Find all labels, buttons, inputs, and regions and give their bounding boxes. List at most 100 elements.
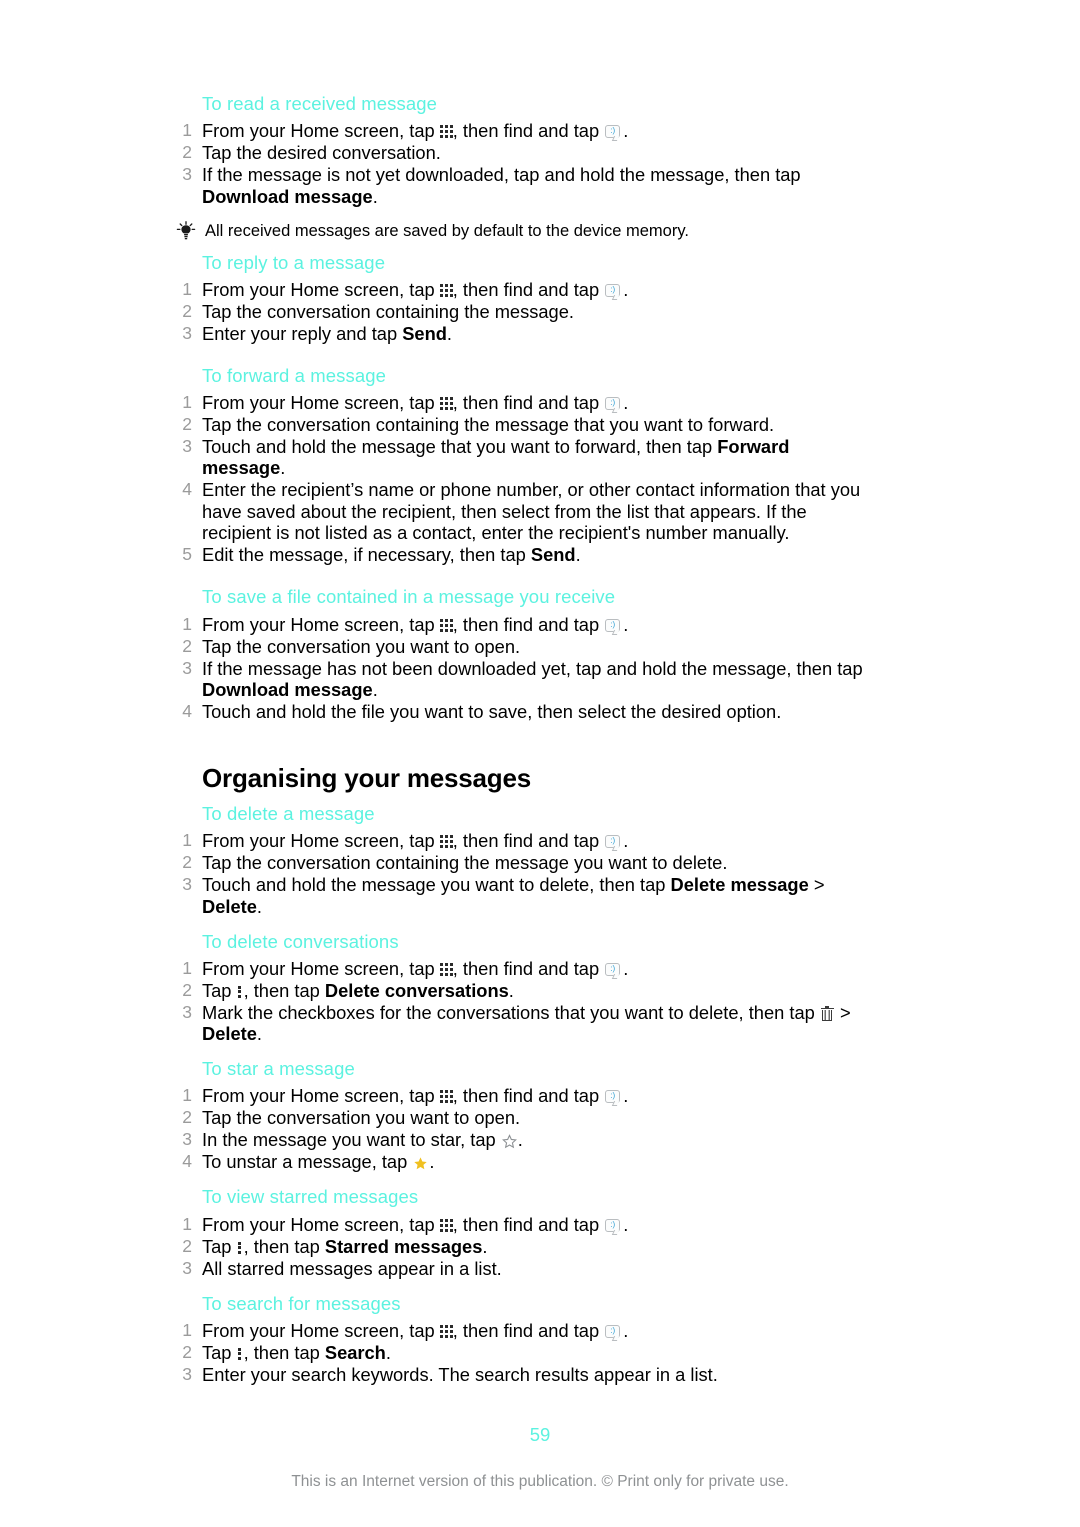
step-text: . [623, 391, 629, 413]
list-item: Tap , then tap Search. [176, 1342, 876, 1364]
step-text: , then find and tap [452, 278, 605, 300]
list-item: Enter your reply and tap Send. [176, 323, 876, 345]
step-text: Tap [202, 979, 237, 1001]
star-filled-icon [413, 1156, 428, 1171]
app-grid-icon [439, 283, 453, 297]
messaging-app-icon: :) [605, 1324, 622, 1341]
ui-label-bold: Send [530, 544, 576, 566]
section-heading: To delete a message [202, 803, 375, 824]
messaging-app-icon: :) [605, 396, 622, 413]
ui-label-bold: Delete conversations [324, 979, 509, 1001]
step-text: . [385, 1341, 391, 1363]
step-text: Touch and hold the file you want to save… [202, 701, 782, 722]
section-to-forward-a-message: To forward a message From your Home scre… [176, 364, 876, 566]
step-text: . [508, 979, 514, 1001]
step-text: , then find and tap [452, 613, 605, 635]
step-text: From your Home screen, tap [202, 1085, 440, 1107]
ui-label-bold: Delete [202, 895, 257, 917]
step-list: From your Home screen, tap , then find a… [176, 279, 876, 345]
step-list: From your Home screen, tap , then find a… [176, 1320, 876, 1386]
list-item: Tap the conversation you want to open. [176, 636, 876, 658]
section-to-save-a-file-contained-in-a-message-you-receive: To save a file contained in a message yo… [176, 585, 876, 722]
step-text: . [575, 544, 581, 566]
step-text: In the message you want to star, tap [202, 1129, 501, 1151]
list-item: If the message is not yet downloaded, ta… [176, 164, 876, 207]
list-item: Tap the conversation containing the mess… [176, 301, 876, 323]
trash-icon [820, 1006, 834, 1022]
step-text: From your Home screen, tap [202, 1319, 440, 1341]
step-list: From your Home screen, tap , then find a… [176, 958, 876, 1045]
ui-label-bold: Search [324, 1341, 386, 1363]
step-text: , then tap [243, 979, 325, 1001]
list-item: Tap the conversation containing the mess… [176, 852, 876, 874]
list-item: Tap the conversation you want to open. [176, 1107, 876, 1129]
step-text: Enter your search keywords. The search r… [202, 1363, 718, 1385]
list-item: Edit the message, if necessary, then tap… [176, 544, 876, 566]
list-item: All starred messages appear in a list. [176, 1258, 876, 1280]
list-item: Tap , then tap Delete conversations. [176, 980, 876, 1002]
section-heading: To delete conversations [202, 930, 399, 952]
section-to-star-a-message: To star a message From your Home screen,… [176, 1057, 876, 1173]
section-to-read-a-received-message: To read a received message From your Hom… [176, 92, 876, 251]
step-text: Tap the conversation you want to open. [202, 635, 521, 657]
list-item: From your Home screen, tap , then find a… [176, 1085, 876, 1107]
step-text: , then find and tap [452, 830, 605, 852]
step-text: Enter the recipient’s name or phone numb… [202, 479, 861, 544]
step-text: Tap the conversation you want to open. [202, 1107, 521, 1129]
step-text: , then tap [243, 1341, 325, 1363]
step-text: All starred messages appear in a list. [202, 1257, 502, 1279]
app-grid-icon [439, 396, 453, 410]
list-item: Tap the conversation containing the mess… [176, 414, 876, 436]
step-text: . [623, 957, 629, 979]
app-grid-icon [439, 835, 453, 849]
section-heading: To save a file contained in a message yo… [202, 586, 616, 608]
list-item: From your Home screen, tap , then find a… [176, 614, 876, 636]
app-grid-icon [439, 1090, 453, 1104]
step-text: . [429, 1151, 435, 1173]
list-item: If the message has not been downloaded y… [176, 658, 876, 701]
list-item: Touch and hold the message that you want… [176, 436, 876, 479]
messaging-app-icon: :) [605, 962, 622, 979]
step-text: . [372, 185, 378, 207]
manual-page: To read a received message From your Hom… [0, 0, 1080, 1527]
step-list: From your Home screen, tap , then find a… [176, 614, 876, 723]
ui-label-bold: Delete message [670, 874, 809, 896]
list-item: From your Home screen, tap , then find a… [176, 958, 876, 980]
step-text: From your Home screen, tap [202, 278, 440, 300]
app-grid-icon [439, 1218, 453, 1232]
step-list: From your Home screen, tap , then find a… [176, 1085, 876, 1173]
list-item: Touch and hold the message you want to d… [176, 874, 876, 917]
step-text: To unstar a message, tap [202, 1151, 413, 1173]
app-grid-icon [439, 1324, 453, 1338]
ui-label-bold: Download message [202, 185, 373, 207]
step-text: From your Home screen, tap [202, 1213, 440, 1235]
step-text: Tap [202, 1341, 237, 1363]
step-text: . [256, 1023, 262, 1045]
section-to-view-starred-messages: To view starred messages From your Home … [176, 1185, 876, 1279]
list-item: To unstar a message, tap . [176, 1151, 876, 1173]
messaging-app-icon: :) [605, 283, 622, 300]
step-text: . [446, 322, 452, 344]
step-text: . [623, 1213, 629, 1235]
list-item: In the message you want to star, tap . [176, 1129, 876, 1151]
step-text: . [623, 1319, 629, 1341]
step-text: Tap the conversation containing the mess… [202, 413, 775, 435]
messaging-app-icon: :) [605, 835, 622, 852]
step-list: From your Home screen, tap , then find a… [176, 120, 876, 207]
list-item: From your Home screen, tap , then find a… [176, 1320, 876, 1342]
section-heading: To read a received message [202, 93, 438, 114]
footer-legal-text: This is an Internet version of this publ… [291, 1473, 789, 1490]
tip-note: All received messages are saved by defau… [176, 208, 876, 251]
step-text: From your Home screen, tap [202, 391, 440, 413]
section-heading: To reply to a message [202, 251, 386, 273]
step-text: , then find and tap [452, 1085, 605, 1107]
app-grid-icon [439, 618, 453, 632]
step-text: . [623, 613, 629, 635]
list-item: Tap , then tap Starred messages. [176, 1236, 876, 1258]
step-text: Tap [202, 1235, 237, 1257]
